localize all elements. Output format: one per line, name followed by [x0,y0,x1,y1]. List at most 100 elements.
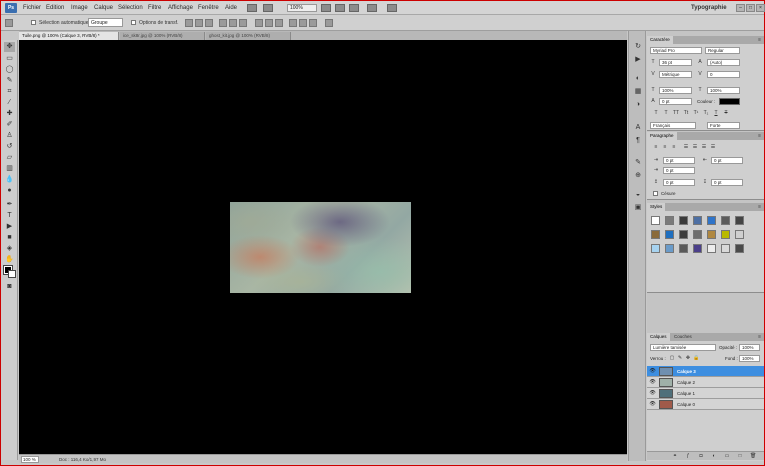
style-swatch[interactable] [665,244,674,253]
style-swatch[interactable] [665,216,674,225]
layer-visibility-eye-icon[interactable]: 👁 [649,390,656,397]
align-hcenter-icon[interactable] [229,19,237,27]
background-color-swatch[interactable] [8,270,16,278]
rotate-view-icon[interactable] [349,4,359,12]
history-icon[interactable]: ↻ [634,43,642,51]
style-swatch[interactable] [679,230,688,239]
layer-thumbnail[interactable] [659,367,673,376]
new-layer-icon[interactable]: □ [737,453,743,459]
font-size-field[interactable]: 36 pt [659,59,692,66]
style-swatch[interactable] [693,230,702,239]
character-panel-menu-icon[interactable]: ≡ [758,37,761,43]
actions-icon[interactable]: ▶ [634,56,642,64]
align-center-text-icon[interactable]: ≡ [662,144,668,150]
blur-tool-icon[interactable]: 💧 [4,175,15,185]
pen-tool-icon[interactable]: ✒ [4,200,15,210]
style-swatch[interactable] [735,230,744,239]
style-swatch[interactable] [721,244,730,253]
kerning-field[interactable]: Métrique [659,71,692,78]
fill-field[interactable]: 100% [739,355,760,362]
lock-all-icon[interactable]: 🔒 [693,355,699,361]
adjustment-icon[interactable]: ◐ [711,453,717,459]
menu-edition[interactable]: Edition [46,5,64,11]
layer-visibility-eye-icon[interactable]: 👁 [649,368,656,375]
layer-name[interactable]: Calque 2 [677,380,695,385]
menu-affichage[interactable]: Affichage [168,5,193,11]
quick-select-tool-icon[interactable]: ✎ [4,76,15,86]
styles-panel-menu-icon[interactable]: ≡ [758,204,761,210]
brush-tool-icon[interactable]: ✐ [4,120,15,130]
image-layer-content[interactable] [230,202,411,293]
mask-icon[interactable]: ◘ [698,453,704,459]
zoom-level-select[interactable]: 100% [287,4,317,12]
close-button[interactable]: × [756,4,765,12]
menu-filtre[interactable]: Filtre [148,5,161,11]
underline-button[interactable]: T [713,110,719,116]
layer-thumbnail[interactable] [659,378,673,387]
superscript-button[interactable]: T¹ [693,110,699,116]
align-vcenter-icon[interactable] [195,19,203,27]
healing-brush-tool-icon[interactable]: ✚ [4,109,15,119]
workspace-switcher[interactable]: Typographie [691,5,727,11]
layers-panel-menu-icon[interactable]: ≡ [758,334,761,340]
all-caps-button[interactable]: TT [673,110,679,116]
minimize-button[interactable]: – [736,4,745,12]
style-swatch[interactable] [707,230,716,239]
subscript-button[interactable]: T₁ [703,110,709,116]
hyphenate-checkbox[interactable] [653,191,658,196]
lock-position-icon[interactable]: ✥ [685,355,691,361]
style-swatch[interactable] [735,216,744,225]
layer-visibility-eye-icon[interactable]: 👁 [649,401,656,408]
clone-stamp-tool-icon[interactable]: ♙ [4,131,15,141]
horizontal-scale-field[interactable]: 100% [707,87,740,94]
brushes-icon[interactable]: ✎ [634,159,642,167]
style-swatch[interactable] [651,230,660,239]
menu-fenetre[interactable]: Fenêtre [198,5,219,11]
auto-align-icon[interactable] [325,19,333,27]
font-style-select[interactable]: Regular [705,47,740,54]
hand-tool-icon[interactable]: ✋ [4,255,15,265]
zoom-tool-icon[interactable] [335,4,345,12]
trash-icon[interactable]: 🗑 [750,453,756,459]
hand-tool-icon[interactable] [321,4,331,12]
group-icon[interactable]: ▭ [724,453,730,459]
marquee-tool-icon[interactable]: ▭ [4,54,15,64]
color-icon[interactable]: ◐ [634,75,642,83]
shape-tool-icon[interactable]: ■ [4,233,15,243]
layer-thumbnail[interactable] [659,400,673,409]
layer-row[interactable]: 👁 Calque 3 [647,366,764,377]
quick-mask-icon[interactable]: ◙ [4,282,15,292]
blend-mode-select[interactable]: Lumière tamisée [650,344,716,351]
style-swatch[interactable] [651,244,660,253]
paragraph-panel-menu-icon[interactable]: ≡ [758,133,761,139]
distribute-bottom-icon[interactable] [275,19,283,27]
layer-visibility-eye-icon[interactable]: 👁 [649,379,656,386]
menu-aide[interactable]: Aide [225,5,237,11]
transform-controls-checkbox[interactable] [131,20,136,25]
distribute-hcenter-icon[interactable] [299,19,307,27]
vertical-scale-field[interactable]: 100% [659,87,692,94]
style-swatch[interactable] [721,216,730,225]
clone-source-icon[interactable]: ⊕ [634,172,642,180]
layer-name[interactable]: Calque 1 [677,391,695,396]
eraser-tool-icon[interactable]: ▱ [4,153,15,163]
document-canvas[interactable] [19,40,627,454]
status-zoom-field[interactable]: 100 % [21,456,39,463]
style-swatch[interactable] [679,216,688,225]
distribute-left-icon[interactable] [289,19,297,27]
tab-layers[interactable]: Calques [647,333,670,341]
style-swatch[interactable] [721,230,730,239]
faux-bold-button[interactable]: T [653,110,659,116]
style-swatch[interactable] [707,244,716,253]
distribute-vcenter-icon[interactable] [265,19,273,27]
tab-ghost-kit[interactable]: ghost_kit.jpg @ 100% (RVB/8) [206,32,291,40]
tab-channels[interactable]: Couches [671,333,695,341]
tracking-field[interactable]: 0 [707,71,740,78]
tab-ice-sk8r[interactable]: ice_sk8r.jpg @ 100% (RVB/8) [120,32,205,40]
faux-italic-button[interactable]: T [663,110,669,116]
menu-fichier[interactable]: Fichier [23,5,41,11]
fx-icon[interactable]: ƒ [685,453,691,459]
swatches-icon[interactable]: ▦ [634,88,642,96]
align-left-text-icon[interactable]: ≡ [653,144,659,150]
move-tool-preset-icon[interactable] [5,19,13,27]
